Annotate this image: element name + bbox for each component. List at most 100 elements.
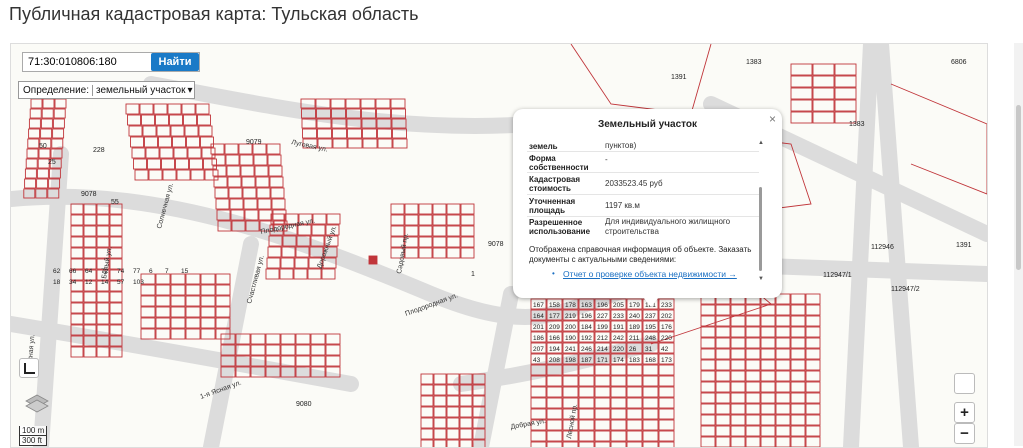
parcel-outline (175, 158, 189, 170)
parcel-outline (760, 425, 776, 437)
cadastral-map[interactable]: 1391 1383 1383 6806 112946 1391 112947/2 112947… (10, 43, 988, 448)
parcel-outline (790, 111, 813, 124)
parcel-outline (159, 147, 174, 159)
scroll-up-icon[interactable]: ▲ (758, 140, 764, 146)
parcel-outline (433, 406, 447, 418)
parcel-outline (30, 98, 43, 109)
parcel-outline (418, 247, 433, 259)
parcel-outline (790, 75, 813, 88)
parcel-outline (790, 414, 806, 426)
plot-number: 220 (613, 346, 624, 353)
parcel-outline (812, 75, 835, 88)
parcel-outline (270, 187, 285, 199)
parcel-outline (144, 136, 158, 148)
parcel-outline (266, 257, 281, 269)
popup-row-value: 1197 кв.м (605, 201, 640, 210)
parcel-outline (40, 128, 53, 139)
parcel-outline (790, 304, 806, 316)
popup-row-label: Кадастровая стоимость (529, 175, 581, 193)
parcel-outline (658, 386, 675, 398)
divider (527, 151, 759, 152)
parcel-outline (834, 63, 857, 76)
parcel-outline (446, 214, 461, 226)
parcel-outline (594, 419, 611, 431)
parcel-outline (420, 406, 434, 418)
parcel-outline (700, 315, 716, 327)
close-icon[interactable]: × (769, 112, 776, 126)
plot-number: 74 (117, 268, 125, 275)
plot-number: 208 (549, 357, 560, 364)
parcel-outline (170, 273, 186, 285)
parcel-outline (200, 284, 216, 296)
parcel-outline (594, 364, 611, 376)
parcel-outline (459, 417, 473, 429)
parcel-outline (161, 158, 175, 170)
parcel-outline (420, 384, 434, 396)
parcel-outline (325, 344, 341, 356)
parcel-outline (745, 392, 761, 404)
parcel-outline (805, 337, 821, 349)
parcel-outline (700, 381, 716, 393)
parcel-outline (715, 370, 731, 382)
zoom-in-button[interactable]: + (954, 402, 975, 423)
parcel-outline (83, 313, 97, 325)
parcel-outline (280, 257, 295, 269)
layers-button[interactable] (22, 390, 52, 418)
parcel-outline (215, 198, 230, 210)
popup-scrollbar-thumb[interactable] (759, 187, 762, 271)
plot-number: 227 (597, 313, 608, 320)
parcel-outline (125, 103, 140, 115)
plot-number: 62 (53, 268, 61, 275)
parcel-outline (745, 326, 761, 338)
parcel-outline (229, 198, 244, 210)
parcel-outline (760, 315, 776, 327)
parcel-outline (700, 370, 716, 382)
parcel-outline (155, 306, 171, 318)
scroll-down-icon[interactable]: ▼ (758, 276, 764, 282)
parcel-outline (546, 375, 563, 387)
plot-number: 220 (661, 335, 672, 342)
parcel-outline (730, 381, 746, 393)
definition-select[interactable]: земельный участок ▾ (92, 84, 194, 96)
plot-number: 190 (565, 335, 576, 342)
map-label: 6806 (951, 59, 967, 66)
zoom-out-button[interactable]: − (954, 423, 975, 444)
parcel-outline (96, 214, 110, 226)
parcel-outline (610, 375, 627, 387)
parcel-outline (730, 326, 746, 338)
parcel-outline (375, 98, 391, 109)
find-button[interactable]: Найти (151, 53, 199, 71)
parcel-outline (700, 414, 716, 426)
parcel-outline (790, 315, 806, 327)
parcel-outline (197, 114, 211, 126)
map-label: 55 (111, 199, 119, 206)
parcel-outline (52, 128, 65, 139)
parcel-outline (775, 359, 791, 371)
map-canvas[interactable]: 1391 1383 1383 6806 112946 1391 112947/2 112947… (11, 44, 987, 447)
parcel-outline (134, 169, 149, 181)
parcel-outline (70, 214, 84, 226)
parcel-outline (658, 364, 675, 376)
parcel-outline (170, 125, 185, 137)
parcel-outline (83, 346, 97, 358)
blank-control-button[interactable] (954, 373, 975, 394)
plot-number: 233 (613, 313, 624, 320)
parcel-outline (700, 359, 716, 371)
report-link[interactable]: Отчет о проверке объекта недвижимости → (563, 269, 737, 279)
parcel-outline (176, 169, 191, 181)
parcel-outline (658, 397, 675, 409)
map-label: 1383 (849, 121, 865, 128)
definition-label: Определение: (23, 84, 90, 96)
page-scrollbar[interactable] (1014, 43, 1023, 446)
parcel-outline (36, 168, 49, 179)
page-scrollbar-thumb[interactable] (1016, 105, 1021, 270)
parcel-outline (460, 203, 475, 215)
fullscreen-button[interactable] (19, 358, 39, 378)
plot-number: 214 (597, 346, 608, 353)
parcel-outline (317, 128, 332, 139)
plot-number: 196 (581, 313, 592, 320)
parcel-outline (760, 392, 776, 404)
parcel-outline (155, 284, 171, 296)
parcel-outline (745, 370, 761, 382)
parcel-outline (295, 333, 311, 345)
